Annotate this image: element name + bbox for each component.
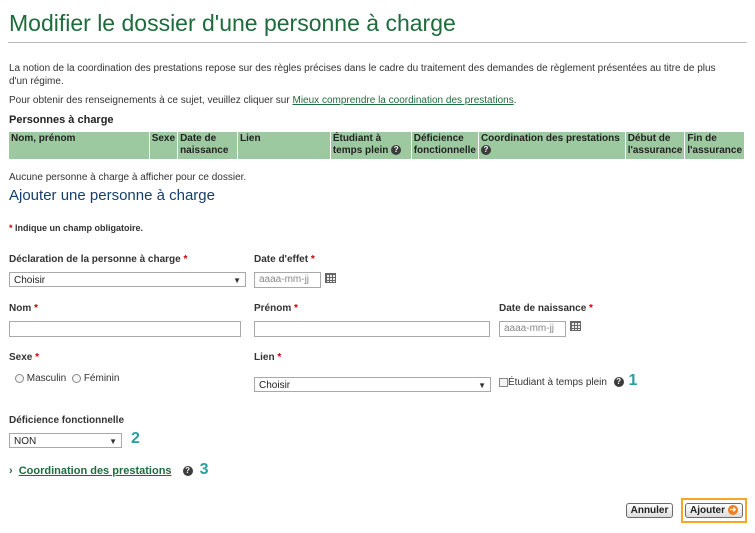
chevron-right-icon: › (9, 465, 13, 477)
info-text: Pour obtenir des renseignements à ce suj… (9, 94, 517, 107)
col-birthdate: Date de naissance (177, 131, 239, 160)
info-suffix: . (513, 95, 517, 106)
required-star: * (9, 223, 13, 233)
col-student-label: Étudiant à temps plein (332, 133, 389, 156)
birth-date-label-text: Date de naissance (499, 303, 587, 314)
declaration-label-text: Déclaration de la personne à charge (9, 254, 181, 265)
required-star: * (589, 303, 593, 314)
page-title: Modifier le dossier d'une personne à cha… (9, 10, 456, 36)
table-header-row: Nom, prénom Sexe Date de naissance Lien … (8, 131, 745, 160)
birth-date-label: Date de naissance * (499, 303, 593, 314)
required-star: * (35, 352, 40, 363)
sex-male-radio[interactable] (15, 373, 24, 383)
add-button-label: Ajouter (690, 505, 725, 516)
relationship-label: Lien * (254, 352, 281, 363)
sex-radio-group: Masculin Féminin (15, 373, 119, 384)
student-checkbox[interactable] (499, 377, 508, 387)
declaration-select[interactable]: Choisir ▼ (9, 272, 246, 287)
declaration-value: Choisir (14, 275, 46, 286)
help-icon[interactable]: ? (391, 145, 402, 156)
col-student: Étudiant à temps plein ? (329, 131, 412, 160)
col-relationship: Lien (237, 131, 331, 160)
add-button[interactable]: Ajouter ➜ (685, 503, 743, 518)
disability-label: Déficience fonctionnelle (9, 415, 125, 426)
help-icon[interactable]: ? (480, 145, 491, 156)
last-name-input[interactable] (9, 321, 241, 337)
effective-date-input[interactable]: aaaa-mm-jj (254, 272, 321, 288)
required-star: * (294, 303, 298, 314)
disability-select[interactable]: NON ▼ (9, 433, 122, 448)
sex-male-label: Masculin (26, 373, 67, 384)
title-divider (8, 42, 747, 43)
col-sex: Sexe (148, 131, 179, 160)
sex-label-text: Sexe (9, 352, 33, 363)
help-icon[interactable]: ? (613, 377, 624, 388)
dependents-heading: Personnes à charge (9, 114, 114, 126)
birth-date-input[interactable]: aaaa-mm-jj (499, 321, 566, 337)
step-marker-2: 2 (131, 430, 140, 447)
sex-female-radio[interactable] (72, 373, 82, 383)
help-icon[interactable]: ? (182, 466, 193, 477)
declaration-label: Déclaration de la personne à charge * (9, 254, 187, 265)
first-name-label-text: Prénom (254, 303, 292, 314)
coordination-info-link[interactable]: Mieux comprendre la coordination des pre… (292, 95, 513, 106)
sex-female-label: Féminin (83, 373, 120, 384)
first-name-label: Prénom * (254, 303, 298, 314)
step-marker-1: 1 (628, 372, 638, 389)
first-name-input[interactable] (254, 321, 490, 337)
calendar-icon[interactable] (325, 273, 336, 283)
relationship-select[interactable]: Choisir ▼ (254, 377, 491, 392)
chevron-down-icon: ▼ (478, 381, 486, 390)
empty-message: Aucune personne à charge à afficher pour… (9, 172, 247, 183)
cancel-button[interactable]: Annuler (626, 503, 673, 518)
last-name-label-text: Nom (9, 303, 32, 314)
required-star: * (277, 352, 282, 363)
effective-date-label: Date d'effet * (254, 254, 315, 265)
step-marker-3: 3 (199, 461, 209, 478)
coordination-toggle[interactable]: › Coordination des prestations ? 3 (9, 461, 209, 479)
col-start: Début de l'assurance (624, 131, 686, 160)
disability-value: NON (14, 436, 37, 447)
add-dependent-heading: Ajouter une personne à charge (9, 187, 215, 204)
required-star: * (34, 303, 38, 314)
required-note-text: Indique un champ obligatoire. (15, 223, 144, 233)
relationship-label-text: Lien (254, 352, 275, 363)
student-label: Étudiant à temps plein (508, 377, 607, 388)
col-end: Fin de l'assurance (684, 131, 745, 160)
col-disability: Déficience fonctionnelle (410, 131, 479, 160)
relationship-value: Choisir (259, 380, 291, 391)
chevron-down-icon: ▼ (233, 276, 241, 285)
required-star: * (183, 254, 188, 265)
coordination-link[interactable]: Coordination des prestations (19, 465, 172, 477)
info-prefix: Pour obtenir des renseignements à ce suj… (9, 95, 293, 106)
effective-date-label-text: Date d'effet (254, 254, 309, 265)
required-star: * (310, 254, 315, 265)
dependents-table: Nom, prénom Sexe Date de naissance Lien … (8, 131, 745, 160)
student-option: Étudiant à temps plein ? 1 (499, 372, 637, 390)
chevron-down-icon: ▼ (109, 437, 117, 446)
col-coordination: Coordination des prestations? (477, 131, 626, 160)
calendar-icon[interactable] (570, 321, 581, 331)
required-note: * Indique un champ obligatoire. (9, 223, 143, 233)
last-name-label: Nom * (9, 303, 38, 314)
col-coordination-label: Coordination des prestations (480, 133, 620, 144)
arrow-right-icon: ➜ (728, 505, 738, 516)
col-name: Nom, prénom (8, 131, 150, 160)
intro-text: La notion de la coordination des prestat… (9, 63, 716, 87)
sex-label: Sexe * (9, 352, 39, 363)
